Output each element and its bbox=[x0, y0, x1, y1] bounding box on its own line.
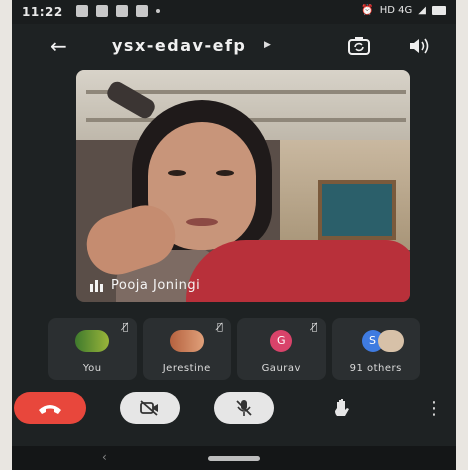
participant-tile-jerestine[interactable]: 🎙̸ Jerestine bbox=[142, 318, 231, 380]
mic-off-icon bbox=[236, 400, 252, 416]
network-label: HD 4G bbox=[379, 5, 413, 16]
wall-picture bbox=[318, 180, 396, 240]
status-bar: 11:22 ⏰ HD 4G ◢ bbox=[12, 0, 456, 24]
participant-label: Jerestine bbox=[162, 363, 211, 374]
chat-icon bbox=[96, 5, 108, 17]
system-nav-bar: ‹ bbox=[12, 446, 456, 470]
end-call-icon bbox=[39, 405, 61, 414]
status-right: ⏰ HD 4G ◢ bbox=[361, 5, 446, 16]
speaker-name-label: Pooja Joningi bbox=[90, 278, 200, 293]
status-time: 11:22 bbox=[22, 5, 63, 19]
mic-off-icon: 🎙̸ bbox=[122, 322, 129, 333]
mic-off-icon: 🎙̸ bbox=[216, 322, 223, 333]
participant-strip: 🎙̸ You 🎙̸ Jerestine 🎙̸ G Gaurav S 91 oth… bbox=[48, 318, 420, 380]
participant-tile-others[interactable]: S 91 others bbox=[331, 318, 420, 380]
arrow-left-icon[interactable]: ← bbox=[50, 34, 67, 58]
participant-label: Gaurav bbox=[261, 363, 301, 374]
participant-label: 91 others bbox=[349, 363, 402, 374]
app-icon bbox=[136, 5, 148, 17]
camera-off-icon bbox=[140, 400, 158, 416]
main-video-feed[interactable]: Pooja Joningi bbox=[76, 70, 410, 302]
raise-hand-icon bbox=[335, 399, 349, 416]
avatar bbox=[169, 330, 204, 352]
avatar bbox=[377, 330, 404, 352]
whatsapp-icon bbox=[116, 5, 128, 17]
audio-level-icon bbox=[90, 279, 103, 292]
camera-switch-icon[interactable] bbox=[347, 36, 371, 56]
participant-tile-gaurav[interactable]: 🎙̸ G Gaurav bbox=[237, 318, 326, 380]
avatar bbox=[75, 330, 110, 352]
battery-icon bbox=[432, 6, 446, 15]
end-call-button[interactable] bbox=[14, 392, 86, 424]
speaker-icon[interactable] bbox=[407, 36, 431, 56]
camera-toggle-button[interactable] bbox=[120, 392, 180, 424]
phone-screen: 11:22 ⏰ HD 4G ◢ ← ysx-edav-efp ▶ Pooja J… bbox=[12, 0, 456, 470]
signal-icon: ◢ bbox=[418, 5, 426, 16]
nav-back-icon[interactable]: ‹ bbox=[102, 450, 107, 464]
more-notifications-icon bbox=[156, 9, 160, 13]
call-controls: ⋮ bbox=[12, 388, 456, 438]
mic-toggle-button[interactable] bbox=[214, 392, 274, 424]
alarm-icon: ⏰ bbox=[361, 5, 374, 16]
chevron-right-icon[interactable]: ▶ bbox=[264, 40, 271, 50]
more-vertical-icon: ⋮ bbox=[425, 397, 443, 419]
participant-label: You bbox=[82, 363, 102, 374]
raise-hand-button[interactable] bbox=[322, 392, 362, 424]
nav-home-pill[interactable] bbox=[208, 456, 260, 461]
speaker-name: Pooja Joningi bbox=[111, 278, 201, 293]
avatar: G bbox=[270, 330, 293, 352]
message-icon bbox=[76, 5, 88, 17]
mic-off-icon: 🎙̸ bbox=[311, 322, 318, 333]
participant-tile-you[interactable]: 🎙̸ You bbox=[48, 318, 137, 380]
meeting-code[interactable]: ysx-edav-efp bbox=[112, 36, 246, 55]
notification-icons bbox=[76, 5, 160, 17]
more-options-button[interactable]: ⋮ bbox=[422, 392, 446, 424]
meeting-header: ← ysx-edav-efp ▶ bbox=[12, 28, 456, 64]
